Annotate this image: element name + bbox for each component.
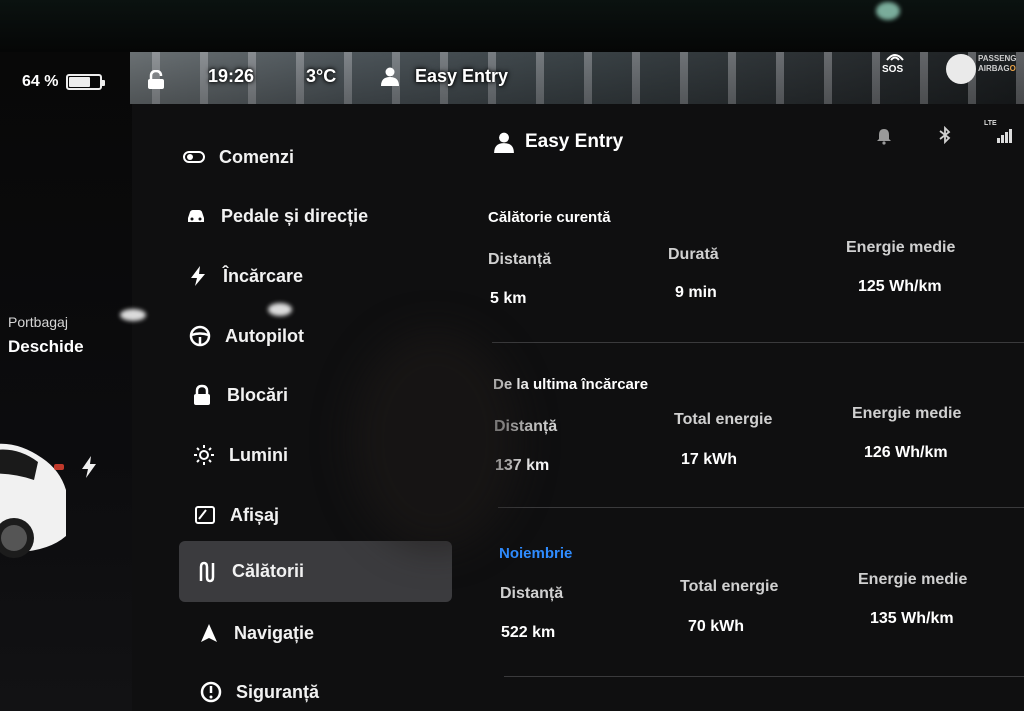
menu-item-label: Afișaj <box>230 504 280 525</box>
menu-item-calatorii[interactable]: Călătorii <box>179 541 452 602</box>
menu-item-label: Navigație <box>234 622 315 643</box>
trunk-label: Portbagaj <box>8 314 68 330</box>
menu-item-siguranta[interactable]: Siguranță <box>200 681 319 703</box>
month-total-energy-label: Total energie <box>680 578 779 595</box>
battery-percent: 64 % <box>22 73 59 90</box>
charging-bolt-icon <box>82 456 96 478</box>
section-title-since-charge: De la ultima încărcare <box>493 376 649 393</box>
passenger-airbag-status: PASSENG AIRBAGO <box>978 54 1017 74</box>
section-title-month: Noiembrie <box>499 545 573 562</box>
reflection-shadow <box>350 330 520 550</box>
month-distance-value: 522 km <box>501 624 556 641</box>
sos-signal-icon <box>886 54 904 61</box>
airbag-icon <box>946 54 976 84</box>
current-duration-label: Durată <box>668 246 719 263</box>
outside-temperature: 3°C <box>306 66 337 86</box>
battery-fill <box>69 77 90 87</box>
warning-circle-icon <box>200 681 222 703</box>
menu-item-incarcare[interactable]: Încărcare <box>187 265 303 287</box>
menu-item-comenzi[interactable]: Comenzi <box>183 146 294 168</box>
sun-icon <box>194 445 214 465</box>
section-divider <box>498 507 1024 508</box>
charge-energy-value: 126 Wh/km <box>864 444 948 461</box>
screen-bezel <box>0 0 1024 52</box>
menu-item-label: Lumini <box>229 444 288 465</box>
navigation-arrow-icon <box>201 624 217 642</box>
current-energy-label: Energie medie <box>846 239 956 256</box>
section-divider <box>504 676 1024 677</box>
month-distance-label: Distanță <box>500 585 564 602</box>
lock-status-icon[interactable] <box>146 70 166 90</box>
menu-item-autopilot[interactable]: Autopilot <box>189 325 304 347</box>
menu-item-pedale[interactable]: Pedale și direcție <box>185 205 368 227</box>
profile-icon[interactable] <box>380 66 400 86</box>
current-duration-value: 9 min <box>675 284 717 301</box>
current-distance-value: 5 km <box>490 290 527 307</box>
section-divider <box>492 342 1024 343</box>
light-glare <box>876 2 900 20</box>
battery-icon <box>66 74 106 90</box>
menu-item-label: Autopilot <box>225 325 304 346</box>
menu-item-label: Blocări <box>227 384 289 405</box>
airbag-line1: PASSENG <box>978 54 1017 63</box>
status-bar: 19:26 3°C Easy Entry SOS PASSENG AIRBAGO <box>130 52 1024 104</box>
lock-icon <box>194 384 210 405</box>
month-energy-value: 135 Wh/km <box>870 610 954 627</box>
display-icon <box>195 506 215 524</box>
menu-item-label: Pedale și direcție <box>221 205 369 226</box>
bell-icon[interactable] <box>875 127 893 145</box>
clock: 19:26 <box>208 66 255 86</box>
charge-energy-label: Energie medie <box>852 405 962 422</box>
profile-name: Easy Entry <box>525 131 624 152</box>
signal-strength-icon <box>997 129 1012 143</box>
sos-button[interactable]: SOS <box>882 64 903 75</box>
profile-header[interactable]: Easy Entry <box>493 131 623 153</box>
toggle-icon <box>183 151 205 163</box>
airbag-line2-suffix: O <box>1009 64 1016 73</box>
light-glare <box>120 309 146 321</box>
month-energy-label: Energie medie <box>858 571 968 588</box>
bolt-icon <box>191 266 205 286</box>
menu-item-label: Încărcare <box>223 265 304 286</box>
trunk-open-button[interactable]: Deschide <box>8 337 84 357</box>
menu-item-lumini[interactable]: Lumini <box>193 444 288 466</box>
airbag-line2: AIRBAG <box>978 64 1010 73</box>
bluetooth-icon[interactable] <box>936 126 954 144</box>
month-total-energy-value: 70 kWh <box>688 618 745 635</box>
car-status-panel <box>0 52 132 711</box>
battery-indicator: 64 % <box>22 73 106 91</box>
car-icon <box>188 210 204 222</box>
profile-icon <box>494 132 514 153</box>
menu-item-afisaj[interactable]: Afișaj <box>194 504 279 526</box>
network-type: LTE <box>984 120 997 127</box>
menu-item-label: Siguranță <box>236 681 320 702</box>
status-profile-name[interactable]: Easy Entry <box>415 66 508 87</box>
trips-icon <box>199 561 215 582</box>
car-render-icon[interactable] <box>0 428 72 568</box>
menu-item-blocari[interactable]: Blocări <box>191 384 288 406</box>
current-distance-label: Distanță <box>488 251 552 268</box>
charge-total-energy-value: 17 kWh <box>681 451 738 468</box>
light-glare <box>268 303 292 316</box>
menu-item-label: Călătorii <box>232 561 305 581</box>
charge-total-energy-label: Total energie <box>674 411 773 428</box>
menu-item-label: Comenzi <box>219 146 295 167</box>
menu-item-navigatie[interactable]: Navigație <box>198 622 314 644</box>
section-title-current-trip: Călătorie curentă <box>488 209 611 226</box>
steering-wheel-icon <box>189 325 211 347</box>
current-energy-value: 125 Wh/km <box>858 278 942 295</box>
